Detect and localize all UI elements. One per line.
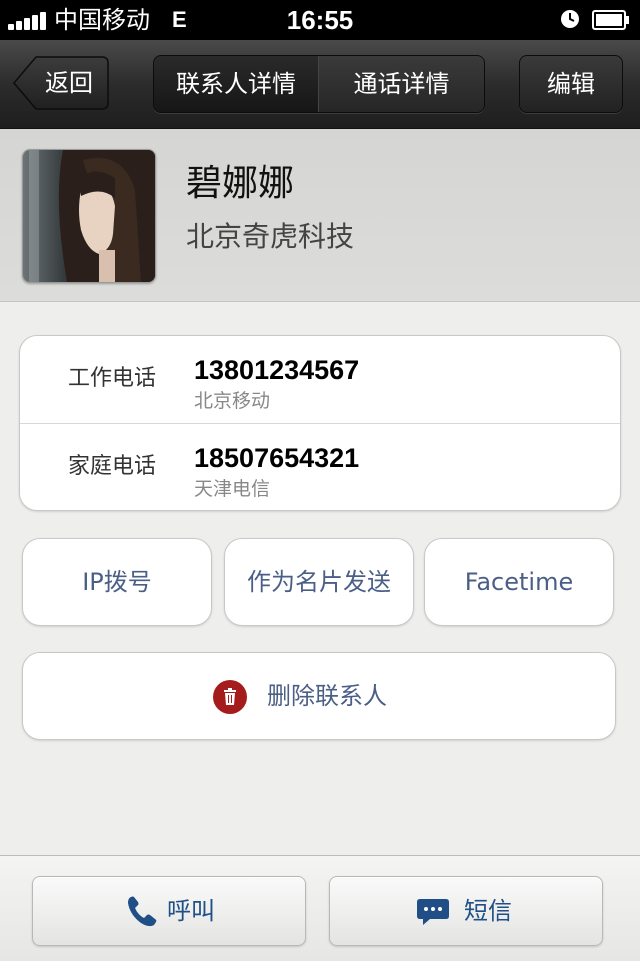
tab-call-details[interactable]: 通话详情 bbox=[319, 56, 484, 112]
back-button-label: 返回 bbox=[45, 69, 93, 97]
delete-contact-label: 删除联系人 bbox=[267, 682, 387, 710]
phone-number: 18507654321 bbox=[194, 443, 360, 473]
avatar[interactable] bbox=[22, 149, 156, 283]
contact-header: 碧娜娜 北京奇虎科技 bbox=[0, 129, 640, 302]
phone-carrier: 北京移动 bbox=[194, 390, 271, 412]
contact-company: 北京奇虎科技 bbox=[186, 220, 355, 253]
call-label: 呼叫 bbox=[167, 897, 215, 925]
tab-contact-details[interactable]: 联系人详情 bbox=[154, 56, 319, 112]
trash-icon bbox=[213, 680, 247, 714]
edit-button[interactable]: 编辑 bbox=[519, 55, 623, 113]
status-bar: 中国移动 E 16:55 bbox=[0, 0, 640, 40]
phone-carrier: 天津电信 bbox=[194, 478, 271, 500]
phone-row-home[interactable]: 家庭电话 18507654321 天津电信 bbox=[20, 423, 620, 511]
bottom-toolbar: 呼叫 短信 bbox=[0, 855, 640, 961]
contact-name: 碧娜娜 bbox=[186, 163, 295, 204]
phone-label: 家庭电话 bbox=[68, 454, 157, 479]
sms-button[interactable]: 短信 bbox=[329, 876, 603, 946]
back-button[interactable]: 返回 bbox=[12, 55, 110, 111]
navigation-bar: 返回 联系人详情 通话详情 编辑 bbox=[0, 40, 640, 129]
phone-row-work[interactable]: 工作电话 13801234567 北京移动 bbox=[20, 336, 620, 423]
facetime-button[interactable]: Facetime bbox=[424, 538, 614, 626]
avatar-photo bbox=[23, 150, 155, 282]
phone-numbers-card: 工作电话 13801234567 北京移动 家庭电话 18507654321 天… bbox=[19, 335, 621, 511]
status-time: 16:55 bbox=[286, 5, 354, 35]
segmented-control: 联系人详情 通话详情 bbox=[153, 55, 485, 113]
ip-dial-button[interactable]: IP拨号 bbox=[22, 538, 212, 626]
delete-contact-button[interactable]: 删除联系人 bbox=[22, 652, 616, 740]
battery-icon bbox=[592, 10, 629, 30]
phone-label: 工作电话 bbox=[68, 366, 157, 391]
phone-icon bbox=[128, 896, 157, 927]
send-as-card-button[interactable]: 作为名片发送 bbox=[224, 538, 414, 626]
alarm-clock-icon bbox=[561, 10, 579, 28]
chat-bubble-icon bbox=[417, 899, 449, 925]
phone-number: 13801234567 bbox=[194, 355, 360, 385]
call-button[interactable]: 呼叫 bbox=[32, 876, 306, 946]
sms-label: 短信 bbox=[464, 897, 512, 925]
